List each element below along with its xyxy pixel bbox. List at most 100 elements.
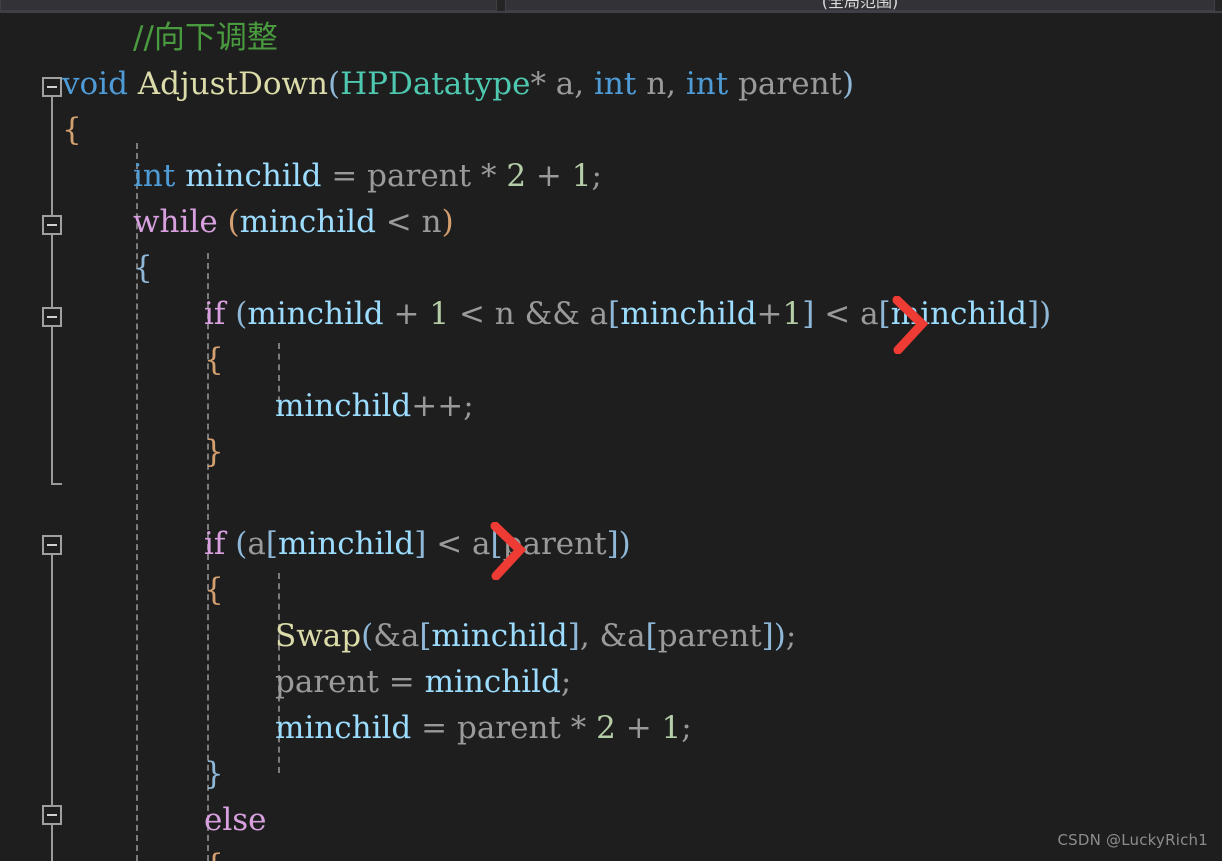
code-token: 2 (506, 158, 527, 194)
code-token: minchild (890, 296, 1027, 332)
code-line[interactable]: while (minchild < n) (133, 199, 454, 245)
code-line[interactable]: int minchild = parent * 2 + 1; (133, 153, 602, 199)
code-token: ) (618, 526, 631, 562)
code-token: = (411, 710, 457, 746)
code-line[interactable]: minchild++; (275, 383, 474, 429)
code-token: , (579, 618, 600, 654)
code-token: parent (728, 66, 842, 102)
code-token: } (204, 756, 224, 792)
code-token: [ (608, 296, 621, 332)
code-line[interactable]: if (minchild + 1 < n && a[minchild+1] < … (204, 291, 1051, 337)
code-token: ( (235, 526, 248, 562)
code-token: ( (235, 296, 248, 332)
code-token: ] (1026, 296, 1040, 332)
code-token: n (421, 204, 442, 240)
code-token: a (589, 296, 609, 332)
code-token: 1 (429, 296, 450, 332)
code-token: ; (591, 158, 602, 194)
code-token: minchild (275, 710, 412, 746)
code-token: //向下调整 (133, 20, 278, 56)
scope-combobox[interactable] (0, 0, 497, 11)
code-line[interactable]: //向下调整 (133, 15, 278, 61)
code-token: int (594, 66, 637, 102)
code-token: * (570, 710, 587, 746)
code-token: ] (414, 526, 427, 562)
code-token: = (321, 158, 368, 194)
code-token: ) (842, 66, 855, 102)
code-line[interactable]: } (204, 429, 224, 475)
code-token: if (204, 296, 226, 332)
code-token: + (535, 158, 562, 194)
code-token: && (524, 296, 580, 332)
code-line[interactable]: { (133, 245, 153, 291)
code-token: ] (761, 618, 774, 654)
code-line[interactable]: minchild = parent * 2 + 1; (275, 705, 692, 751)
code-line[interactable]: { (204, 567, 224, 613)
code-token: void (62, 66, 128, 102)
code-token: ) (1039, 296, 1052, 332)
code-token: [ (490, 526, 503, 562)
watermark: CSDN @LuckyRich1 (1057, 831, 1208, 849)
code-line[interactable]: else (204, 797, 267, 843)
code-token: [ (878, 296, 891, 332)
member-combobox[interactable]: (全局范围) (505, 0, 1215, 11)
code-editor-surface[interactable]: //向下调整 void AdjustDown(HPDatatype* a, int… (0, 13, 1222, 861)
code-token: else (204, 802, 267, 838)
code-token: a (472, 526, 491, 562)
code-token: ; (463, 388, 474, 424)
code-line[interactable]: if (a[minchild] < a[parent]) (204, 521, 631, 567)
code-token: { (204, 572, 224, 608)
code-token: while (133, 204, 218, 240)
code-line[interactable]: } (204, 751, 224, 797)
code-token: = (378, 664, 425, 700)
code-token: int (685, 66, 729, 102)
code-token: * (480, 158, 497, 194)
code-token: minchild (275, 388, 412, 424)
code-line[interactable]: Swap(&a[minchild], &a[parent]); (275, 613, 796, 659)
code-token: HPDatatype (340, 66, 531, 102)
code-line[interactable]: { (204, 843, 224, 861)
code-token: [ (645, 618, 658, 654)
code-token: { (62, 112, 82, 148)
code-token: ] (802, 296, 815, 332)
code-token: a, (545, 66, 594, 102)
code-token: { (204, 342, 224, 378)
editor-navigation-bar: (全局范围) (0, 0, 1222, 13)
code-token: 2 (596, 710, 616, 746)
code-token: n, (636, 66, 686, 102)
code-line[interactable]: { (204, 337, 224, 383)
code-token: minchild (431, 618, 568, 654)
code-token: ] (606, 526, 619, 562)
code-token: int (133, 158, 176, 194)
code-token: ; (560, 664, 572, 700)
code-token: < (458, 296, 485, 332)
code-token: 1 (782, 296, 803, 332)
code-line[interactable]: parent = minchild; (275, 659, 571, 705)
code-token: + (625, 710, 652, 746)
screenshot-root: (全局范围) //向下调整 void AdjustDown(HPDatatype*… (0, 0, 1222, 861)
code-text-area[interactable]: //向下调整 void AdjustDown(HPDatatype* a, int… (0, 13, 1222, 861)
code-token: ) (441, 204, 454, 240)
code-line[interactable]: { (62, 107, 82, 153)
code-token: a (400, 618, 420, 654)
code-token: parent (275, 664, 379, 700)
code-token: minchild (620, 296, 757, 332)
code-line[interactable]: void AdjustDown(HPDatatype* a, int n, in… (62, 61, 854, 107)
